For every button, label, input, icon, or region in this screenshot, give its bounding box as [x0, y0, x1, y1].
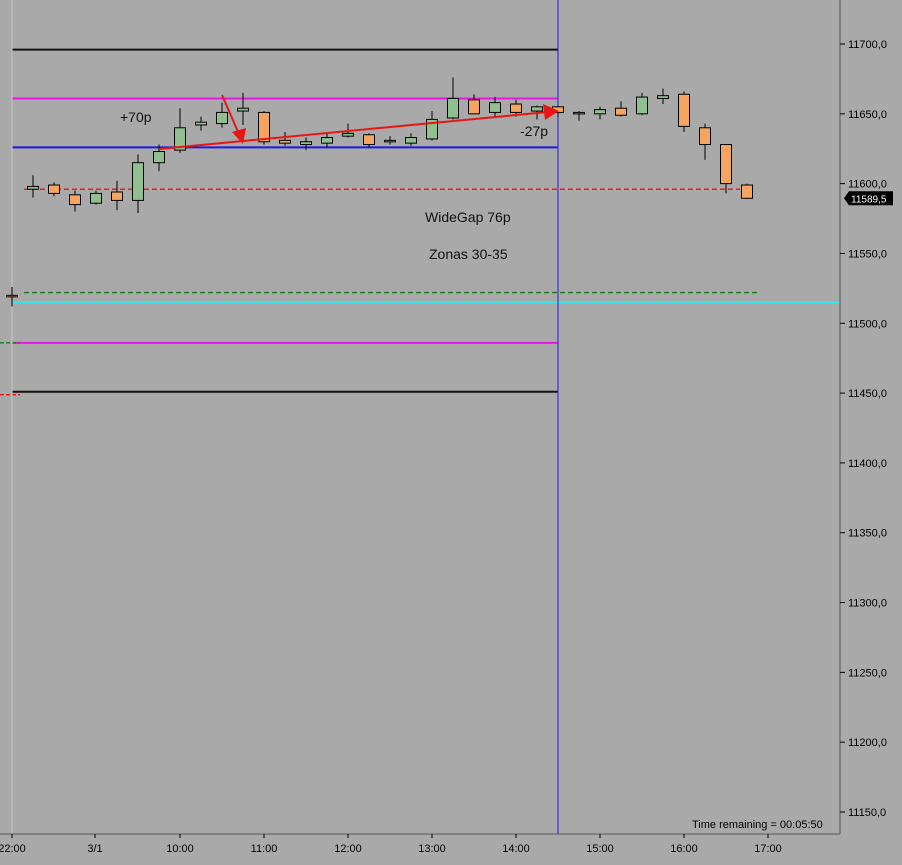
current-price-label: 11589,5 — [851, 194, 887, 205]
chart-background — [0, 0, 902, 860]
candle-body — [405, 137, 417, 144]
candle-body — [237, 107, 249, 112]
time-remaining-label: Time remaining = 00:05:50 — [692, 819, 823, 831]
price-tick-label: 11650,0 — [848, 109, 887, 121]
candle-body — [615, 107, 627, 116]
candle-body — [279, 139, 291, 144]
candle-body — [636, 96, 648, 115]
time-tick-label: 15:00 — [586, 843, 614, 855]
price-tick-label: 11550,0 — [848, 248, 887, 260]
time-tick-label: 14:00 — [502, 843, 530, 855]
time-tick-label: 10:00 — [166, 843, 194, 855]
zones-label: Zonas 30-35 — [429, 246, 508, 262]
price-tick-label: 11200,0 — [848, 737, 887, 749]
candle-body — [657, 95, 669, 99]
candle-body — [363, 134, 375, 146]
candle-body — [573, 111, 585, 115]
candle-body — [258, 111, 270, 143]
price-tick-label: 11150,0 — [848, 807, 886, 819]
candle-body — [468, 99, 480, 115]
minus-points-label: -27p — [520, 123, 548, 139]
time-tick-label: 3/1 — [87, 843, 102, 855]
price-tick-label: 11700,0 — [848, 39, 887, 51]
price-axis[interactable]: 11700,0 11650,0 11600,0 11550,0 11500,0 11450… — [839, 0, 902, 860]
candle-body — [384, 139, 396, 143]
time-tick-label: 11:00 — [251, 843, 278, 855]
candle-body — [300, 141, 312, 146]
chart-canvas[interactable]: +70p -27p WideGap 76p Zonas 30-35 11700,… — [0, 0, 902, 860]
plus-points-label: +70p — [120, 109, 152, 125]
time-tick-label: 22:00 — [0, 843, 26, 855]
candle-body — [510, 103, 522, 113]
candle-body — [6, 294, 18, 298]
time-tick-label: 16:00 — [670, 843, 698, 855]
candle-body — [699, 127, 711, 146]
price-tick-label: 11450,0 — [848, 388, 887, 400]
candle-body — [447, 97, 459, 119]
candle-body — [531, 106, 543, 112]
price-tick-label: 11400,0 — [848, 458, 887, 470]
price-tick-label: 11300,0 — [848, 598, 887, 610]
widegap-label: WideGap 76p — [425, 209, 511, 225]
candle-body — [741, 184, 753, 199]
candle-body — [678, 93, 690, 127]
time-tick-label: 17:00 — [754, 843, 782, 855]
time-tick-label: 12:00 — [334, 843, 362, 855]
candle-body — [342, 132, 354, 137]
candle-body — [132, 162, 144, 201]
price-tick-label: 11600,0 — [848, 179, 887, 191]
candle-body — [489, 102, 501, 113]
candle-body — [321, 137, 333, 144]
candle-body — [720, 144, 732, 185]
price-tick-label: 11350,0 — [848, 528, 887, 540]
candle-body — [48, 184, 60, 194]
candle-body — [111, 191, 123, 201]
price-tick-label: 11250,0 — [848, 667, 887, 679]
candle-body — [90, 192, 102, 204]
candle-body — [153, 151, 165, 164]
candlestick-chart[interactable]: +70p -27p WideGap 76p Zonas 30-35 11700,… — [0, 0, 902, 860]
candle-body — [594, 109, 606, 115]
price-tick-label: 11500,0 — [848, 318, 887, 330]
price-axis-background — [840, 0, 902, 860]
candle-body — [195, 121, 207, 126]
candle-body — [27, 185, 39, 190]
candle-body — [69, 194, 81, 206]
time-tick-label: 13:00 — [418, 843, 446, 855]
candle-body — [216, 111, 228, 125]
